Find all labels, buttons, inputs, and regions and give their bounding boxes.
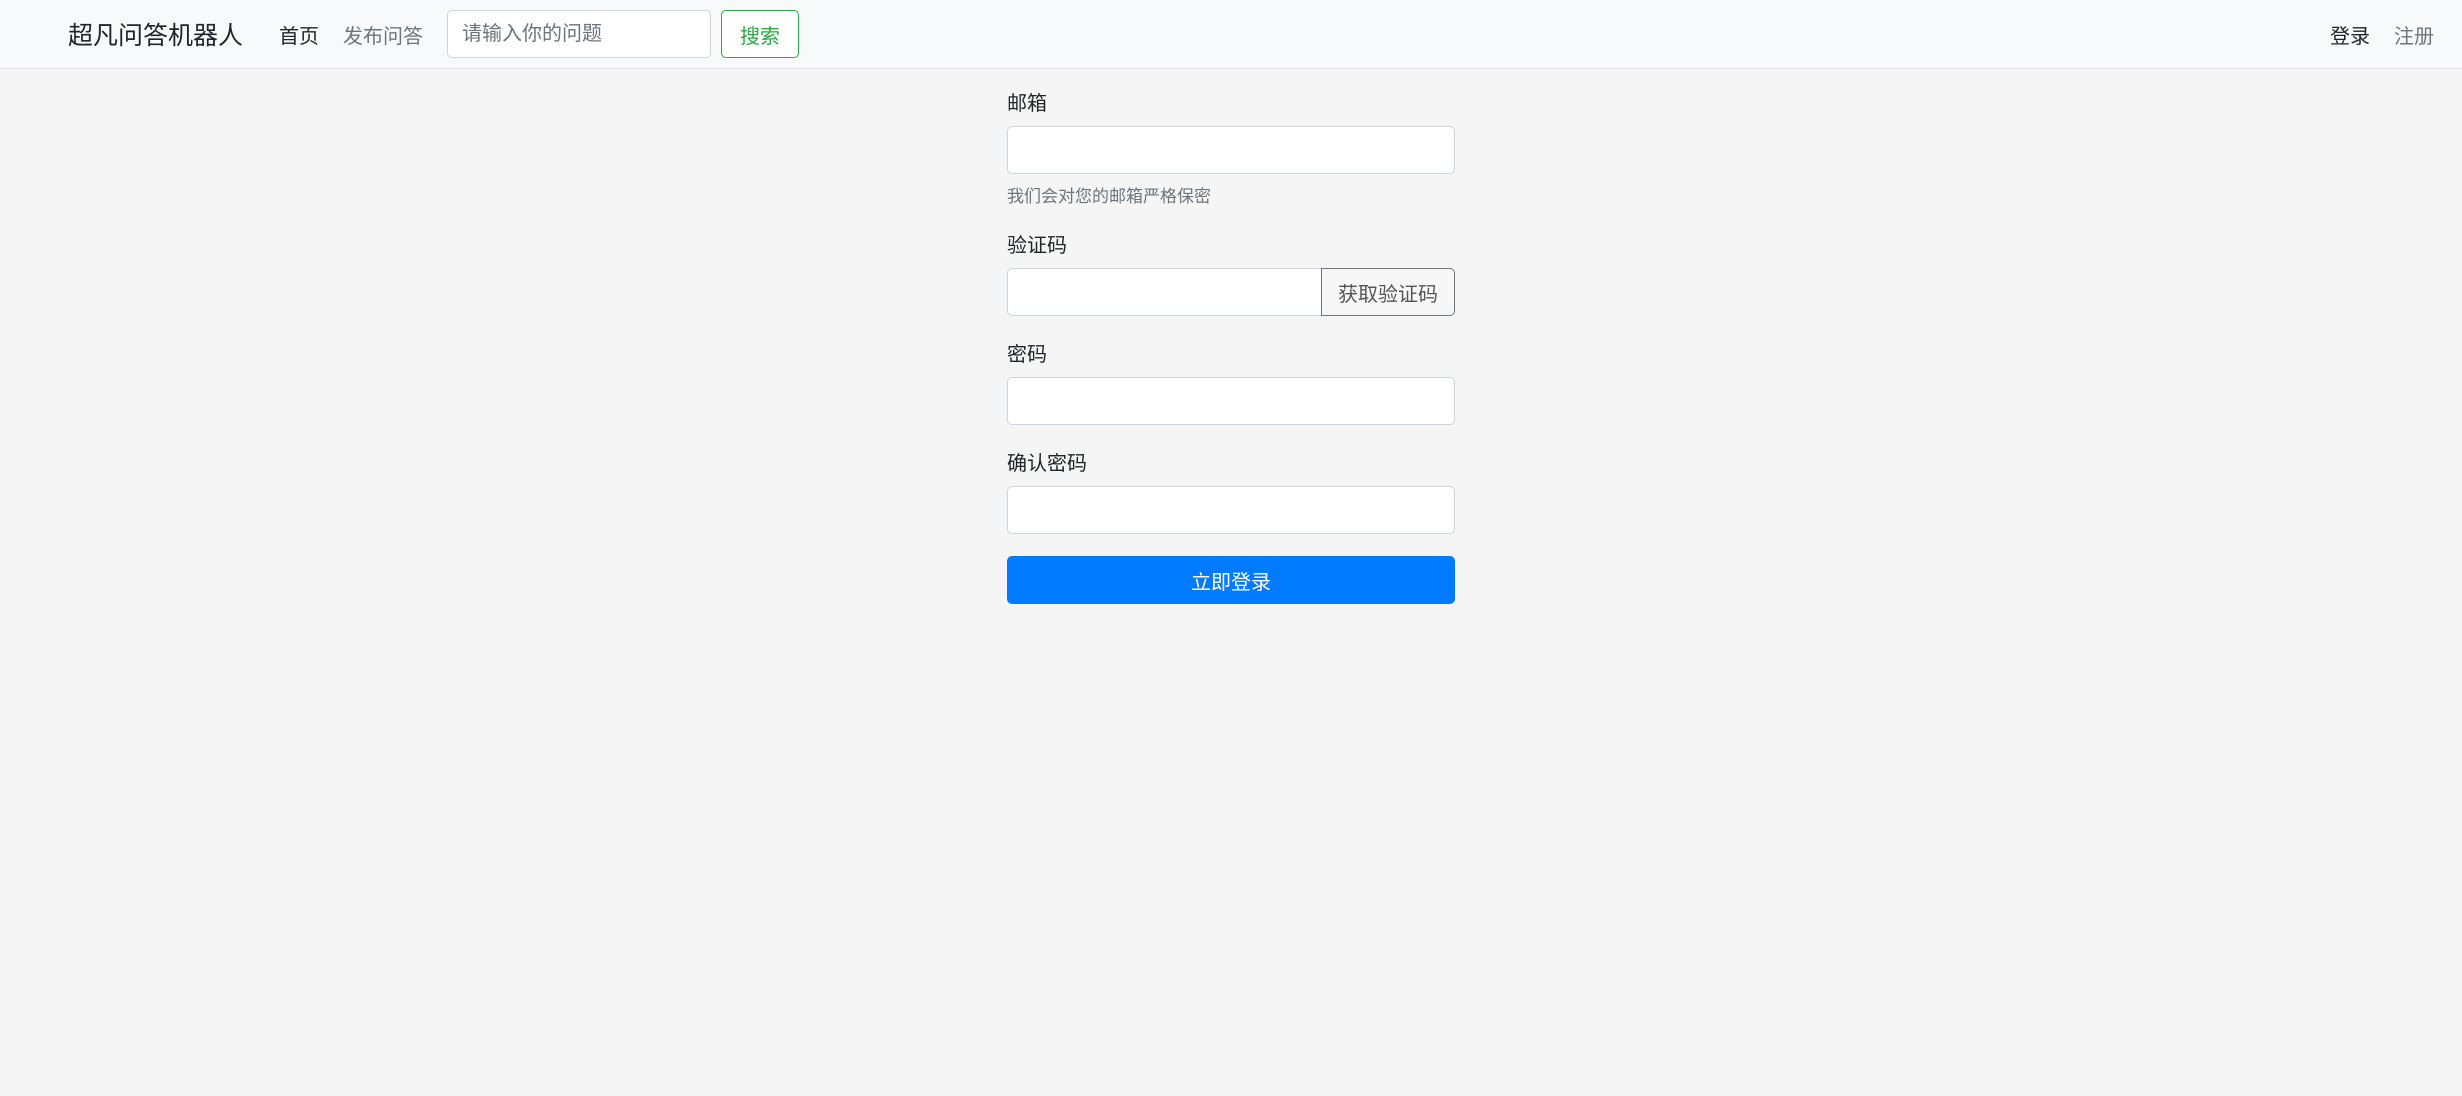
captcha-label: 验证码: [1007, 229, 1455, 258]
nav-link-home[interactable]: 首页: [267, 12, 331, 57]
nav-links-left: 首页 发布问答: [267, 12, 435, 57]
get-captcha-button[interactable]: 获取验证码: [1321, 268, 1455, 316]
captcha-input-group: 获取验证码: [1007, 268, 1455, 316]
password-label: 密码: [1007, 338, 1455, 367]
email-input[interactable]: [1007, 126, 1455, 174]
search-button[interactable]: 搜索: [721, 10, 799, 58]
register-form: 邮箱 我们会对您的邮箱严格保密 验证码 获取验证码 密码 确认密码 立即登录: [1007, 87, 1455, 604]
nav-link-login[interactable]: 登录: [2318, 12, 2382, 57]
confirm-password-label: 确认密码: [1007, 447, 1455, 476]
email-label: 邮箱: [1007, 87, 1455, 116]
search-form: 搜索: [447, 10, 799, 58]
search-input[interactable]: [447, 10, 711, 58]
form-group-confirm-password: 确认密码: [1007, 447, 1455, 534]
nav-link-register[interactable]: 注册: [2382, 12, 2446, 57]
main-content: 邮箱 我们会对您的邮箱严格保密 验证码 获取验证码 密码 确认密码 立即登录: [0, 69, 2462, 604]
captcha-input[interactable]: [1007, 268, 1321, 316]
password-input[interactable]: [1007, 377, 1455, 425]
nav-link-post[interactable]: 发布问答: [331, 12, 435, 57]
email-help-text: 我们会对您的邮箱严格保密: [1007, 182, 1455, 207]
navbar: 超凡问答机器人 首页 发布问答 搜索 登录 注册: [0, 0, 2462, 69]
brand-title[interactable]: 超凡问答机器人: [68, 8, 243, 60]
form-group-captcha: 验证码 获取验证码: [1007, 229, 1455, 316]
nav-links-right: 登录 注册: [2318, 12, 2446, 57]
form-group-password: 密码: [1007, 338, 1455, 425]
form-group-email: 邮箱 我们会对您的邮箱严格保密: [1007, 87, 1455, 207]
submit-button[interactable]: 立即登录: [1007, 556, 1455, 604]
confirm-password-input[interactable]: [1007, 486, 1455, 534]
